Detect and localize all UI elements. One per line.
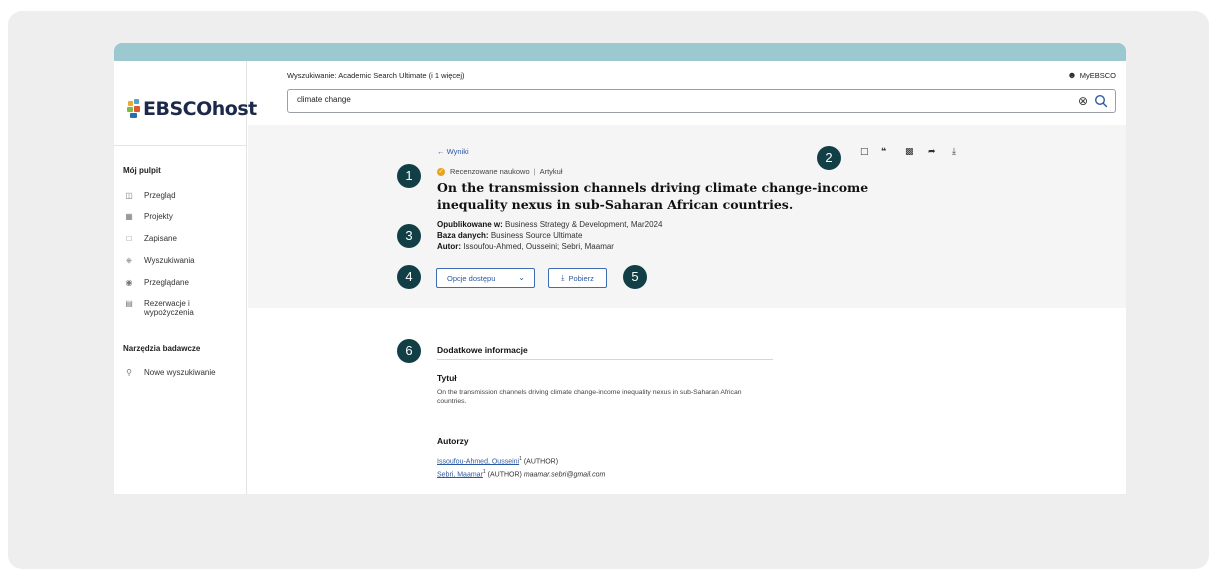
back-to-results-link[interactable]: ← Wyniki: [437, 147, 469, 156]
download-button[interactable]: ⤓ Pobierz: [548, 268, 607, 288]
columns-icon: ◫: [125, 191, 133, 200]
peer-reviewed-icon: ✓: [437, 167, 445, 176]
download-icon: ⤓: [561, 273, 565, 282]
folders-icon: ▦: [125, 212, 133, 221]
bookmark-icon[interactable]: □: [860, 147, 869, 157]
author-label: Autor:: [437, 242, 461, 251]
logo-text: EBSCOhost: [143, 98, 257, 120]
author-role: (AUTHOR): [523, 458, 559, 466]
ebsco-app-window: EBSCOhost Mój pulpit ◫ Przegląd ▦ Projek…: [114, 43, 1126, 494]
published-in: Opublikowane w: Business Strategy & Deve…: [437, 220, 662, 229]
sidebar-item-label: Wyszukiwania: [144, 256, 195, 265]
additional-info-heading: Dodatkowe informacje: [437, 345, 528, 355]
sidebar-item-rezerwacje[interactable]: ▤ Rezerwacje i wypożyczenia: [123, 299, 234, 317]
author-value: Issoufou-Ahmed, Ousseini; Sebri, Maamar: [463, 242, 614, 251]
clear-icon[interactable]: ⊗: [1078, 94, 1088, 108]
download-icon[interactable]: ⤓: [952, 147, 956, 157]
document-type-badge: Artykuł: [539, 167, 563, 176]
author-role: (AUTHOR): [487, 471, 522, 479]
record-header-panel: [248, 125, 1126, 308]
search-input[interactable]: [297, 95, 997, 104]
record-title: On the transmission channels driving cli…: [437, 180, 869, 212]
access-options-label: Opcje dostępu: [447, 273, 496, 283]
author-affiliation: 1: [519, 456, 522, 462]
sidebar: EBSCOhost Mój pulpit ◫ Przegląd ▦ Projek…: [114, 61, 257, 494]
sidebar-item-przeglad[interactable]: ◫ Przegląd: [123, 191, 234, 200]
published-value: Business Strategy & Development, Mar2024: [505, 220, 663, 229]
sidebar-item-zapisane[interactable]: □ Zapisane: [123, 234, 234, 243]
sidebar-section-title: Narzędzia badawcze: [123, 344, 201, 353]
eye-icon: ◉: [125, 278, 133, 287]
database-value: Business Source Ultimate: [490, 231, 583, 240]
search-scope-label: Wyszukiwanie: Academic Search Ultimate (…: [287, 71, 465, 80]
download-label: Pobierz: [568, 273, 594, 283]
arrow-left-icon: ←: [437, 147, 445, 156]
quote-icon[interactable]: ❝: [881, 147, 886, 157]
user-icon: ☻: [1067, 70, 1077, 80]
published-label: Opublikowane w:: [437, 220, 503, 229]
database: Baza danych: Business Source Ultimate: [437, 231, 582, 240]
books-icon: ▤: [125, 299, 133, 308]
sidebar-divider: [114, 145, 247, 146]
access-options-button[interactable]: Opcje dostępu ⌄: [436, 268, 535, 288]
sidebar-item-przegladane[interactable]: ◉ Przeglądane: [123, 278, 234, 287]
author-email: maamar.sebri@gmail.com: [523, 471, 606, 479]
sidebar-item-projekty[interactable]: ▦ Projekty: [123, 212, 234, 221]
author: Autor: Issoufou-Ahmed, Ousseini; Sebri, …: [437, 242, 614, 251]
sidebar-item-label: Przeglądane: [144, 278, 189, 287]
sidebar-item-wyszukiwania[interactable]: ⎈ Wyszukiwania: [123, 256, 234, 266]
callout-marker-1: 1: [397, 164, 421, 188]
callout-marker-4: 4: [397, 265, 421, 289]
myebsco-link[interactable]: ☻ MyEBSCO: [1067, 70, 1116, 80]
section-divider: [437, 359, 773, 360]
title-text: On the transmission channels driving cli…: [437, 389, 742, 405]
database-label: Baza danych:: [437, 231, 489, 240]
chevron-down-icon: ⌄: [518, 273, 525, 282]
sidebar-section-title: Mój pulpit: [123, 166, 161, 175]
peer-reviewed-badge: Recenzowane naukowo: [450, 167, 530, 176]
callout-marker-5: 5: [623, 265, 647, 289]
folder-add-icon[interactable]: ▩: [905, 147, 914, 157]
back-link-label: Wyniki: [446, 147, 469, 156]
author-affiliation: 1: [482, 469, 486, 475]
sidebar-item-label: Zapisane: [144, 234, 177, 243]
ebsco-logo-icon: [127, 99, 141, 119]
authors-heading: Autorzy: [437, 436, 469, 446]
myebsco-label: MyEBSCO: [1079, 70, 1116, 80]
author-row: Sebri, Maamar1 (AUTHOR) maamar.sebri@gma…: [437, 469, 605, 478]
record-badges: ✓ Recenzowane naukowo | Artykuł: [437, 167, 563, 176]
ebsco-logo[interactable]: EBSCOhost: [127, 98, 257, 120]
search-box: ⊗: [287, 89, 1116, 113]
bookmark-icon: □: [126, 234, 132, 243]
search-icon: ⚲: [126, 368, 132, 377]
author-link[interactable]: Issoufou-Ahmed, Ousseini: [437, 458, 519, 465]
share-icon[interactable]: ➦: [928, 147, 936, 157]
search-icon[interactable]: [1094, 94, 1108, 108]
author-row: Issoufou-Ahmed, Ousseini1 (AUTHOR): [437, 456, 558, 465]
title-heading: Tytuł: [437, 373, 457, 383]
sidebar-item-nowe-wyszukiwanie[interactable]: ⚲ Nowe wyszukiwanie: [123, 368, 234, 377]
author-link[interactable]: Sebri, Maamar: [437, 471, 483, 478]
sidebar-item-label: Nowe wyszukiwanie: [144, 368, 216, 377]
callout-marker-6: 6: [397, 339, 421, 363]
sidebar-item-label: Rezerwacje i wypożyczenia: [144, 299, 194, 317]
sidebar-item-label: Projekty: [144, 212, 173, 221]
callout-marker-3: 3: [397, 224, 421, 248]
sidebar-item-label: Przegląd: [144, 191, 176, 200]
search-doc-icon: ⎈: [125, 256, 133, 265]
top-color-bar: [114, 43, 1126, 61]
badge-separator: |: [533, 167, 536, 176]
callout-marker-2: 2: [817, 146, 841, 170]
